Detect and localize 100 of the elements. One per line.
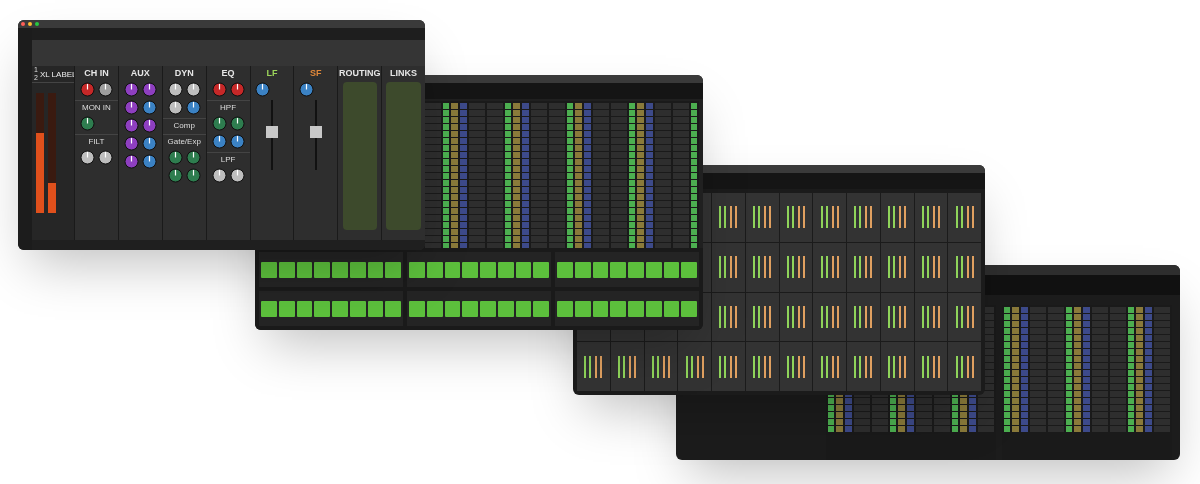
bay-button[interactable] [681,261,697,278]
bay-button[interactable] [385,300,401,317]
bay-button[interactable] [385,261,401,278]
subsection-title: Comp [173,121,195,131]
bay-button[interactable] [645,261,662,278]
section-title: CH IN [84,68,109,79]
bay-button[interactable] [610,300,626,317]
knob-icon[interactable] [97,150,113,165]
bay-button[interactable] [444,300,461,317]
knob-icon[interactable] [185,100,201,115]
bay-button[interactable] [332,261,348,278]
minimize-icon[interactable] [28,22,32,26]
bay-button[interactable] [515,261,532,278]
subsection-title: Gate/Exp [167,137,201,147]
bay-button[interactable] [278,300,295,317]
bay-button[interactable] [426,300,443,317]
fader-icon[interactable] [308,100,323,170]
bay-button[interactable] [574,300,591,317]
bay-button[interactable] [628,300,644,317]
bay-button[interactable] [663,300,680,317]
knob-icon[interactable] [141,118,157,133]
close-icon[interactable] [21,22,25,26]
bay-button[interactable] [480,300,496,317]
bay-button[interactable] [533,300,549,317]
knob-icon[interactable] [123,118,139,133]
section-title: ROUTING [338,68,381,79]
knob-icon[interactable] [141,100,157,115]
bay-button[interactable] [349,300,366,317]
zoom-icon[interactable] [35,22,39,26]
section-title: AUX [130,68,150,79]
bay-button[interactable] [296,261,313,278]
knob-icon[interactable] [79,116,95,131]
bay-button[interactable] [533,261,549,278]
subsection-title: LPF [220,155,236,165]
bay-button[interactable] [557,300,573,317]
bay-button[interactable] [261,261,277,278]
knob-icon[interactable] [141,154,157,169]
bay-button[interactable] [497,300,514,317]
section-title: LINKS [390,68,418,79]
knob-icon[interactable] [123,82,139,97]
bay-button[interactable] [592,300,609,317]
knob-icon[interactable] [123,100,139,115]
knob-icon[interactable] [167,100,183,115]
knob-icon[interactable] [167,150,183,165]
bay-button[interactable] [480,261,496,278]
section-title: LF [266,68,278,79]
channel-label: XL LABEL [39,69,77,79]
knob-icon[interactable] [229,168,245,183]
knob-icon[interactable] [97,82,113,97]
bay-button[interactable] [515,300,532,317]
bay-button[interactable] [663,261,680,278]
bay-button[interactable] [367,300,384,317]
knob-icon[interactable] [123,154,139,169]
bay-button[interactable] [557,261,573,278]
bay-button[interactable] [444,261,461,278]
knob-icon[interactable] [185,82,201,97]
knob-icon[interactable] [255,82,271,97]
section-title: DYN [174,68,194,79]
knob-icon[interactable] [141,82,157,97]
knob-icon[interactable] [299,82,315,97]
knob-icon[interactable] [141,136,157,151]
bay-button[interactable] [278,261,295,278]
bay-button[interactable] [409,300,425,317]
knob-icon[interactable] [211,134,227,149]
bay-button[interactable] [332,300,348,317]
knob-icon[interactable] [185,150,201,165]
bay-button[interactable] [574,261,591,278]
knob-icon[interactable] [79,82,95,97]
knob-icon[interactable] [229,82,245,97]
subsection-title: MON IN [82,103,111,113]
knob-icon[interactable] [211,82,227,97]
bay-button[interactable] [296,300,313,317]
knob-icon[interactable] [123,136,139,151]
bay-button[interactable] [349,261,366,278]
knob-icon[interactable] [167,168,183,183]
fader-icon[interactable] [264,100,279,170]
bay-button[interactable] [261,300,277,317]
bay-button[interactable] [314,300,330,317]
knob-icon[interactable] [229,116,245,131]
knob-icon[interactable] [167,82,183,97]
bay-button[interactable] [409,261,425,278]
bay-button[interactable] [610,261,626,278]
bay-button[interactable] [367,261,384,278]
bay-button[interactable] [314,261,330,278]
subsection-title: FILT [88,137,105,147]
knob-icon[interactable] [211,116,227,131]
bay-button[interactable] [462,300,478,317]
knob-icon[interactable] [79,150,95,165]
knob-icon[interactable] [185,168,201,183]
bay-button[interactable] [462,261,478,278]
bay-button[interactable] [628,261,644,278]
knob-icon[interactable] [211,168,227,183]
bay-button[interactable] [497,261,514,278]
bay-button[interactable] [681,300,697,317]
knob-icon[interactable] [229,134,245,149]
section-title: SF [310,68,322,79]
bay-button[interactable] [592,261,609,278]
bay-button[interactable] [645,300,662,317]
section-title: EQ [221,68,235,79]
bay-button[interactable] [426,261,443,278]
